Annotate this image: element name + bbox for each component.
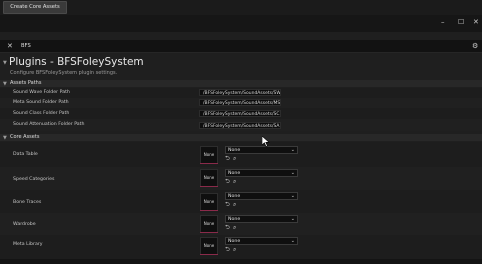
top-toolbar bbox=[0, 0, 482, 15]
setting-label: Meta Sound Folder Path bbox=[13, 100, 69, 105]
section-collapse-icon: ▼ bbox=[3, 81, 7, 87]
minimize-button[interactable]: – bbox=[441, 18, 445, 27]
thumbnail-text: None bbox=[203, 152, 215, 157]
chevron-down-icon: ⌄ bbox=[290, 216, 295, 222]
dropdown-value: None bbox=[228, 171, 241, 176]
asset-picker-dropdown[interactable]: None ⌄ bbox=[225, 169, 298, 177]
page-subtitle: Configure BFSFoleySystem plugin settings… bbox=[10, 70, 118, 76]
asset-type-color-bar bbox=[200, 210, 218, 211]
setting-label: Sound Wave Folder Path bbox=[13, 90, 70, 95]
browse-icon[interactable]: ⌕ bbox=[233, 155, 236, 162]
path-input[interactable]: /BFSFoleySystem/SoundAssets/SC bbox=[199, 110, 281, 117]
dropdown-value: None bbox=[228, 194, 241, 199]
path-input[interactable]: /BFSFoleySystem/SoundAssets/MS bbox=[199, 99, 281, 106]
asset-label: Speed Categories bbox=[13, 177, 55, 182]
close-button[interactable]: ✕ bbox=[473, 18, 479, 27]
setting-label: Sound Class Folder Path bbox=[13, 111, 70, 116]
asset-thumbnail[interactable]: None bbox=[200, 193, 218, 211]
dropdown-value: None bbox=[228, 148, 241, 153]
asset-picker-dropdown[interactable]: None ⌄ bbox=[225, 146, 298, 154]
use-selected-icon[interactable]: ⮌ bbox=[225, 201, 230, 208]
section-assets-paths[interactable]: ▼ Assets Paths bbox=[0, 80, 482, 87]
thumbnail-text: None bbox=[203, 199, 215, 204]
thumbnail-text: None bbox=[203, 175, 215, 180]
browse-icon[interactable]: ⌕ bbox=[233, 224, 236, 231]
section-collapse-icon: ▼ bbox=[3, 135, 7, 141]
browse-icon[interactable]: ⌕ bbox=[233, 201, 236, 208]
browse-icon[interactable]: ⌕ bbox=[233, 246, 236, 253]
asset-picker-dropdown[interactable]: None ⌄ bbox=[225, 215, 298, 223]
collapse-triangle-icon[interactable]: ▼ bbox=[3, 60, 7, 66]
chevron-down-icon: ⌄ bbox=[290, 147, 295, 153]
asset-thumbnail[interactable]: None bbox=[200, 237, 218, 255]
section-heading: Core Assets bbox=[10, 134, 40, 140]
maximize-button[interactable]: ☐ bbox=[458, 18, 464, 27]
asset-type-color-bar bbox=[200, 186, 218, 187]
create-core-assets-button[interactable]: Create Core Assets bbox=[3, 1, 67, 14]
asset-label: Bone Traces bbox=[13, 200, 42, 205]
settings-gear-icon[interactable]: ⚙ bbox=[472, 40, 478, 52]
asset-thumbnail[interactable]: None bbox=[200, 215, 218, 233]
asset-row: Speed Categories None None ⌄ ⮌ ⌕ bbox=[0, 167, 482, 190]
browse-icon[interactable]: ⌕ bbox=[233, 178, 236, 185]
thumbnail-text: None bbox=[203, 221, 215, 226]
horizontal-scrollbar[interactable] bbox=[0, 259, 482, 264]
clear-search-icon[interactable]: ✕ bbox=[7, 40, 13, 52]
setting-row: Meta Sound Folder Path /BFSFoleySystem/S… bbox=[0, 98, 482, 108]
use-selected-icon[interactable]: ⮌ bbox=[225, 178, 230, 185]
setting-row: Sound Attenuation Folder Path /BFSFoleyS… bbox=[0, 119, 482, 131]
use-selected-icon[interactable]: ⮌ bbox=[225, 246, 230, 253]
chevron-down-icon: ⌄ bbox=[290, 238, 295, 244]
asset-picker-dropdown[interactable]: None ⌄ bbox=[225, 237, 298, 245]
chevron-down-icon: ⌄ bbox=[290, 193, 295, 199]
path-input[interactable]: /BFSFoleySystem/SoundAssets/SA bbox=[199, 122, 281, 129]
section-core-assets[interactable]: ▼ Core Assets bbox=[0, 134, 482, 141]
use-selected-icon[interactable]: ⮌ bbox=[225, 224, 230, 231]
asset-type-color-bar bbox=[200, 163, 218, 164]
search-input[interactable]: BFS bbox=[21, 40, 31, 52]
chevron-down-icon: ⌄ bbox=[290, 170, 295, 176]
asset-thumbnail[interactable]: None bbox=[200, 169, 218, 187]
asset-type-color-bar bbox=[200, 232, 218, 233]
search-bar bbox=[0, 40, 482, 53]
thumbnail-text: None bbox=[203, 243, 215, 248]
setting-label: Sound Attenuation Folder Path bbox=[13, 122, 85, 127]
dropdown-value: None bbox=[228, 239, 241, 244]
asset-row: Meta Library None None ⌄ ⮌ ⌕ bbox=[0, 235, 482, 259]
page-title: Plugins - BFSFoleySystem bbox=[9, 56, 144, 68]
asset-type-color-bar bbox=[200, 254, 218, 255]
asset-row: Wardrobe None None ⌄ ⮌ ⌕ bbox=[0, 213, 482, 235]
setting-row: Sound Class Folder Path /BFSFoleySystem/… bbox=[0, 108, 482, 119]
asset-picker-dropdown[interactable]: None ⌄ bbox=[225, 192, 298, 200]
mouse-cursor-icon bbox=[262, 136, 270, 147]
dropdown-value: None bbox=[228, 217, 241, 222]
asset-label: Data Table bbox=[13, 152, 38, 157]
window-titlebar bbox=[0, 15, 482, 32]
setting-row: Sound Wave Folder Path /BFSFoleySystem/S… bbox=[0, 88, 482, 98]
asset-row: Bone Traces None None ⌄ ⮌ ⌕ bbox=[0, 190, 482, 213]
section-heading: Assets Paths bbox=[10, 80, 42, 86]
asset-label: Wardrobe bbox=[13, 222, 36, 227]
asset-row: Data Table None None ⌄ ⮌ ⌕ bbox=[0, 142, 482, 167]
use-selected-icon[interactable]: ⮌ bbox=[225, 155, 230, 162]
asset-label: Meta Library bbox=[13, 242, 43, 247]
asset-thumbnail[interactable]: None bbox=[200, 146, 218, 164]
path-input[interactable]: /BFSFoleySystem/SoundAssets/SW bbox=[199, 89, 281, 96]
